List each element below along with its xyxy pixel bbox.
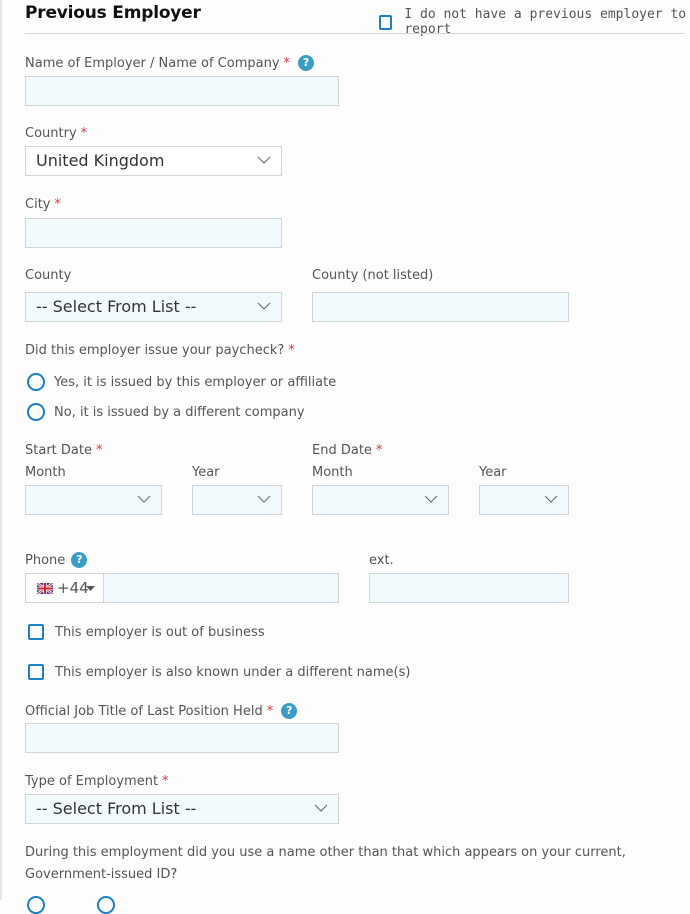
radio-button[interactable] bbox=[27, 373, 45, 391]
employer-name-label-text: Name of Employer / Name of Company bbox=[25, 56, 280, 71]
no-employer-checkbox[interactable] bbox=[379, 14, 393, 30]
county-not-listed-label: County (not listed) bbox=[312, 268, 434, 283]
start-month-label: Month bbox=[25, 465, 66, 480]
required-asterisk: * bbox=[288, 343, 295, 358]
country-label-text: Country bbox=[25, 126, 77, 141]
phone-country-selector[interactable]: +44 bbox=[26, 574, 104, 602]
required-asterisk: * bbox=[266, 704, 274, 719]
paycheck-option-yes-label: Yes, it is issued by this employer or af… bbox=[54, 374, 337, 390]
paycheck-option-no-label: No, it is issued by a different company bbox=[54, 404, 305, 420]
radio-button[interactable] bbox=[27, 403, 45, 421]
country-label: Country * bbox=[25, 126, 87, 141]
paycheck-label: Did this employer issue your paycheck? * bbox=[25, 343, 295, 358]
county-label: County bbox=[25, 268, 72, 283]
county-value: -- Select From List -- bbox=[36, 297, 197, 316]
section-title: Previous Employer bbox=[25, 3, 201, 23]
required-asterisk: * bbox=[375, 443, 383, 458]
end-month-label: Month bbox=[312, 465, 353, 480]
employment-type-label-text: Type of Employment bbox=[25, 774, 159, 789]
chevron-down-icon bbox=[314, 804, 328, 812]
country-select[interactable]: United Kingdom bbox=[25, 146, 282, 176]
end-date-label: End Date * bbox=[312, 443, 382, 458]
chevron-down-icon bbox=[544, 495, 558, 503]
other-name-radio-no[interactable] bbox=[97, 896, 115, 914]
caret-down-icon bbox=[86, 586, 95, 591]
required-asterisk: * bbox=[162, 774, 169, 789]
start-date-label: Start Date * bbox=[25, 443, 102, 458]
other-names-checkbox[interactable] bbox=[28, 664, 44, 680]
end-year-select[interactable] bbox=[479, 485, 569, 515]
job-title-input[interactable] bbox=[25, 723, 339, 753]
other-name-radio-yes[interactable] bbox=[27, 896, 45, 914]
other-names-row[interactable]: This employer is also known under a diff… bbox=[28, 664, 410, 680]
help-icon[interactable]: ? bbox=[281, 703, 298, 719]
other-name-question-line1: During this employment did you use a nam… bbox=[25, 845, 626, 860]
required-asterisk: * bbox=[54, 197, 61, 212]
ext-label: ext. bbox=[369, 553, 394, 568]
county-not-listed-input[interactable] bbox=[312, 292, 569, 322]
chevron-down-icon bbox=[137, 495, 151, 503]
employer-name-label: Name of Employer / Name of Company *? bbox=[25, 55, 315, 71]
start-date-label-text: Start Date bbox=[25, 443, 92, 458]
other-name-question-line2: Government-issued ID? bbox=[25, 867, 178, 882]
required-asterisk: * bbox=[283, 56, 291, 71]
employment-type-select[interactable]: -- Select From List -- bbox=[25, 794, 339, 824]
help-icon[interactable]: ? bbox=[298, 55, 315, 71]
paycheck-option-yes[interactable]: Yes, it is issued by this employer or af… bbox=[27, 373, 336, 391]
ext-input[interactable] bbox=[369, 573, 569, 603]
end-date-label-text: End Date bbox=[312, 443, 372, 458]
end-month-select[interactable] bbox=[312, 485, 449, 515]
chevron-down-icon bbox=[257, 495, 271, 503]
job-title-label-text: Official Job Title of Last Position Held bbox=[25, 704, 263, 719]
employment-type-value: -- Select From List -- bbox=[36, 799, 197, 818]
chevron-down-icon bbox=[257, 302, 271, 310]
county-select[interactable]: -- Select From List -- bbox=[25, 292, 282, 322]
required-asterisk: * bbox=[80, 126, 88, 141]
out-of-business-row[interactable]: This employer is out of business bbox=[28, 624, 265, 640]
start-month-select[interactable] bbox=[25, 485, 162, 515]
phone-country-code: +44 bbox=[57, 579, 89, 597]
city-input[interactable] bbox=[25, 218, 282, 248]
other-names-label: This employer is also known under a diff… bbox=[55, 664, 411, 680]
divider bbox=[25, 33, 685, 34]
employment-type-label: Type of Employment * bbox=[25, 774, 169, 789]
required-asterisk: * bbox=[95, 443, 103, 458]
out-of-business-label: This employer is out of business bbox=[55, 624, 265, 640]
start-year-select[interactable] bbox=[192, 485, 282, 515]
employer-name-input[interactable] bbox=[25, 76, 339, 106]
end-year-label: Year bbox=[479, 465, 507, 480]
chevron-down-icon bbox=[257, 156, 271, 164]
phone-label: Phone? bbox=[25, 552, 88, 568]
uk-flag-icon bbox=[37, 583, 53, 594]
paycheck-label-text: Did this employer issue your paycheck? bbox=[25, 343, 285, 358]
paycheck-option-no[interactable]: No, it is issued by a different company bbox=[27, 403, 305, 421]
country-value: United Kingdom bbox=[36, 151, 165, 170]
chevron-down-icon bbox=[424, 495, 438, 503]
start-year-label: Year bbox=[192, 465, 220, 480]
phone-label-text: Phone bbox=[25, 553, 66, 568]
city-label: City * bbox=[25, 197, 61, 212]
left-border bbox=[0, 0, 2, 900]
phone-input[interactable]: +44 bbox=[25, 573, 339, 603]
city-label-text: City bbox=[25, 197, 51, 212]
out-of-business-checkbox[interactable] bbox=[28, 624, 44, 640]
help-icon[interactable]: ? bbox=[71, 552, 88, 568]
job-title-label: Official Job Title of Last Position Held… bbox=[25, 703, 298, 719]
